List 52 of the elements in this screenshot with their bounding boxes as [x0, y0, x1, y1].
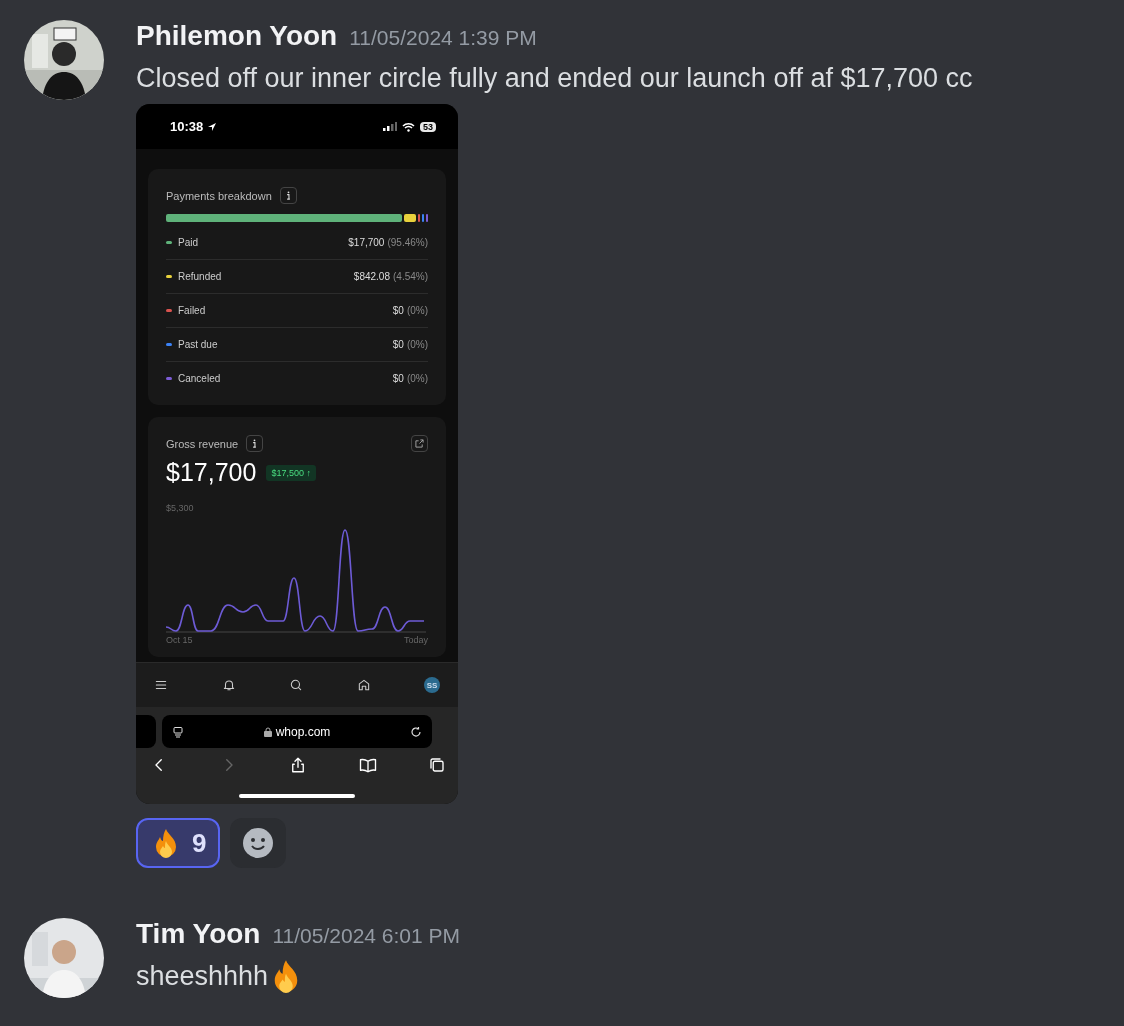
wifi-icon: [402, 121, 415, 132]
row-amount: $0: [392, 339, 404, 350]
row-label: Refunded: [178, 271, 223, 282]
lock-icon: [263, 726, 272, 737]
row-label: Past due: [178, 339, 219, 350]
message-timestamp: 11/05/2024 1:39 PM: [349, 26, 537, 50]
tabs-icon[interactable]: [428, 756, 446, 774]
axis-label: Today: [403, 635, 428, 645]
revenue-total: $17,700: [166, 458, 257, 487]
url-text: whop.com: [275, 724, 331, 739]
change-badge: $17,500 ↑: [266, 464, 316, 481]
row-label: Failed: [178, 305, 207, 316]
add-reaction-button[interactable]: [230, 818, 287, 868]
row-amount: $17,700: [348, 237, 385, 248]
battery-level: 53: [420, 121, 436, 132]
author-name[interactable]: Tim Yoon: [136, 918, 261, 950]
reader-icon: [172, 725, 184, 738]
address-bar[interactable]: whop.com: [162, 715, 432, 748]
smiley-icon: [242, 827, 275, 859]
row-amount: $0: [392, 305, 404, 316]
external-link-icon[interactable]: [411, 435, 428, 452]
row-label: Paid: [178, 237, 199, 248]
row-amount: $842.08: [353, 271, 390, 282]
status-time: 10:38: [170, 119, 204, 134]
row-share: (95.46%): [387, 237, 428, 248]
card-title: Payments breakdown: [166, 189, 272, 202]
reaction-chip[interactable]: 9: [136, 818, 221, 868]
row-share: (0%): [406, 373, 428, 384]
menu-icon[interactable]: [154, 678, 168, 692]
bell-icon[interactable]: [221, 678, 236, 692]
axis-label: $5,300: [166, 503, 194, 513]
message-timestamp: 11/05/2024 6:01 PM: [272, 924, 461, 948]
location-arrow-icon: [207, 121, 218, 132]
author-name[interactable]: Philemon Yoon: [136, 20, 338, 52]
book-icon[interactable]: [358, 756, 377, 774]
user-avatar[interactable]: SS: [424, 677, 440, 693]
signal-icon: [383, 122, 397, 131]
search-icon[interactable]: [289, 678, 303, 692]
row-share: (4.54%): [393, 271, 428, 282]
info-icon[interactable]: [279, 187, 297, 204]
home-icon[interactable]: [356, 678, 371, 692]
message-text: sheeshhhh: [136, 960, 269, 993]
reload-icon[interactable]: [410, 725, 422, 738]
row-amount: $0: [392, 373, 404, 384]
message-text: Closed off our inner circle fully and ended our launch off af $17,700 cc: [136, 62, 973, 95]
info-icon[interactable]: [246, 435, 264, 452]
row-share: (0%): [406, 305, 428, 316]
row-label: Canceled: [178, 373, 222, 384]
axis-label: Oct 15: [166, 635, 193, 645]
row-share: (0%): [406, 339, 428, 350]
card-title: Gross revenue: [166, 437, 239, 450]
share-icon[interactable]: [289, 756, 307, 774]
